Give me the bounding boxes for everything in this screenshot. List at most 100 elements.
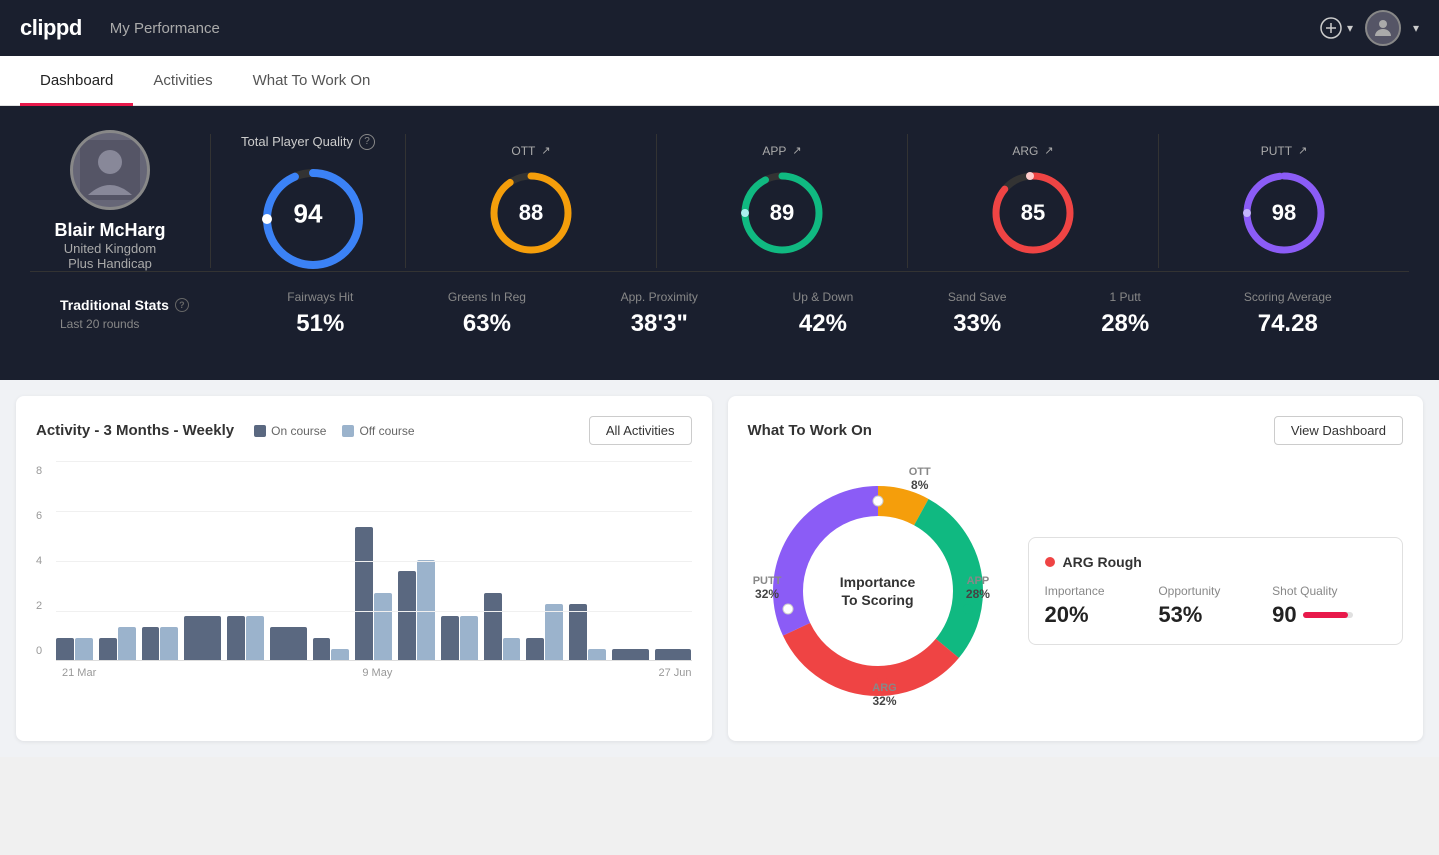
putt-arrow: ↗: [1298, 144, 1307, 157]
x-label-3: 27 Jun: [658, 667, 691, 679]
bars-area: [56, 461, 692, 661]
arg-arrow: ↗: [1044, 144, 1053, 157]
chart-legend: On course Off course: [254, 424, 415, 438]
bar-offcourse-1: [118, 627, 136, 660]
trad-help-icon[interactable]: ?: [175, 298, 189, 312]
bar-oncourse-12: [569, 604, 587, 660]
trad-item-greens: Greens In Reg 63%: [448, 290, 526, 338]
header-left: clippd My Performance: [20, 15, 220, 41]
bar-oncourse-0: [56, 638, 74, 660]
tab-dashboard[interactable]: Dashboard: [20, 56, 133, 106]
user-avatar[interactable]: [1365, 10, 1401, 46]
scoring-label: Scoring Average: [1244, 290, 1332, 304]
bar-oncourse-3: [184, 616, 221, 660]
add-dropdown-arrow: ▾: [1347, 21, 1353, 35]
arg-label: ARG ↗: [1012, 144, 1053, 158]
putt-circle: 98: [1239, 168, 1329, 258]
trad-stats-label: Traditional Stats ?: [60, 297, 240, 313]
add-icon[interactable]: ▾: [1319, 16, 1353, 40]
trad-item-scoring: Scoring Average 74.28: [1244, 290, 1332, 338]
trad-item-1putt: 1 Putt 28%: [1101, 290, 1149, 338]
chart-header-left: Activity - 3 Months - Weekly On course O…: [36, 422, 415, 439]
1putt-value: 28%: [1101, 310, 1149, 338]
stat-block-ott: OTT ↗ 88: [405, 134, 656, 268]
legend-oncourse: On course: [254, 424, 326, 438]
donut-center-label: Importance To Scoring: [840, 573, 915, 609]
arg-circle: 85: [988, 168, 1078, 258]
stat-block-arg: ARG ↗ 85: [907, 134, 1158, 268]
trad-item-fairways: Fairways Hit 51%: [287, 290, 353, 338]
bar-offcourse-0: [75, 638, 93, 660]
bar-group-12: [569, 604, 606, 660]
bar-oncourse-10: [484, 593, 502, 660]
legend-offcourse-dot: [342, 425, 354, 437]
shot-quality-value: 90: [1272, 602, 1296, 628]
proximity-value: 38'3": [631, 310, 688, 338]
bar-group-13: [612, 649, 649, 660]
tab-what-to-work-on[interactable]: What To Work On: [233, 56, 391, 106]
y-axis: 0 2 4 6 8: [36, 461, 56, 661]
proximity-label: App. Proximity: [621, 290, 698, 304]
app-value: 89: [770, 200, 794, 226]
metric-opportunity: Opportunity 53%: [1158, 584, 1272, 628]
ott-pct-label: OTT 8%: [909, 466, 931, 492]
opportunity-label: Opportunity: [1158, 584, 1272, 598]
app-circle: 89: [737, 168, 827, 258]
hero-top: Blair McHarg United Kingdom Plus Handica…: [30, 130, 1409, 271]
putt-value: 98: [1272, 200, 1296, 226]
player-handicap: Plus Handicap: [68, 256, 152, 271]
scoring-value: 74.28: [1258, 310, 1318, 338]
work-on-info-card: ARG Rough Importance 20% Opportunity 53%…: [1028, 537, 1404, 645]
arg-pct-label: ARG 32%: [872, 682, 896, 708]
y-2: 2: [36, 600, 50, 612]
work-on-card: What To Work On View Dashboard: [728, 396, 1424, 741]
bar-offcourse-10: [503, 638, 521, 660]
bar-offcourse-12: [588, 649, 606, 660]
importance-label: Importance: [1045, 584, 1159, 598]
fairways-value: 51%: [296, 310, 344, 338]
bar-offcourse-9: [460, 616, 478, 660]
hero-section: Blair McHarg United Kingdom Plus Handica…: [0, 106, 1439, 380]
updown-label: Up & Down: [793, 290, 854, 304]
work-content: Importance To Scoring OTT 8% APP 28% ARG…: [748, 461, 1404, 721]
putt-label: PUTT ↗: [1261, 144, 1308, 158]
ott-label: OTT ↗: [511, 144, 550, 158]
sq-bar-background: [1303, 612, 1353, 618]
header-right: ▾ ▾: [1319, 10, 1419, 46]
bar-group-2: [142, 627, 179, 660]
y-8: 8: [36, 465, 50, 477]
metric-shot-quality: Shot Quality 90: [1272, 584, 1386, 628]
tab-activities[interactable]: Activities: [133, 56, 232, 106]
updown-value: 42%: [799, 310, 847, 338]
main-content: Activity - 3 Months - Weekly On course O…: [0, 380, 1439, 757]
greens-label: Greens In Reg: [448, 290, 526, 304]
importance-value: 20%: [1045, 602, 1159, 628]
trad-items: Fairways Hit 51% Greens In Reg 63% App. …: [240, 290, 1379, 338]
sandsave-label: Sand Save: [948, 290, 1007, 304]
arg-value: 85: [1021, 200, 1045, 226]
x-label-2: 9 May: [362, 667, 392, 679]
bar-group-7: [355, 527, 392, 660]
bar-oncourse-8: [398, 571, 416, 660]
bar-offcourse-8: [417, 560, 435, 660]
all-activities-button[interactable]: All Activities: [589, 416, 692, 445]
info-dot-indicator: [1045, 557, 1055, 567]
view-dashboard-button[interactable]: View Dashboard: [1274, 416, 1403, 445]
bar-group-4: [227, 616, 264, 660]
bar-oncourse-5: [270, 627, 307, 660]
ott-value: 88: [519, 200, 543, 226]
bar-oncourse-11: [526, 638, 544, 660]
activity-card: Activity - 3 Months - Weekly On course O…: [16, 396, 712, 741]
legend-oncourse-dot: [254, 425, 266, 437]
main-tabs: Dashboard Activities What To Work On: [0, 56, 1439, 106]
tpq-label: Total Player Quality ?: [241, 134, 375, 150]
header: clippd My Performance ▾ ▾: [0, 0, 1439, 56]
traditional-stats: Traditional Stats ? Last 20 rounds Fairw…: [30, 271, 1409, 356]
tpq-help-icon[interactable]: ?: [359, 134, 375, 150]
bar-group-11: [526, 604, 563, 660]
bar-oncourse-2: [142, 627, 160, 660]
info-metrics: Importance 20% Opportunity 53% Shot Qual…: [1045, 584, 1387, 628]
bar-oncourse-13: [612, 649, 649, 660]
bar-offcourse-7: [374, 593, 392, 660]
shot-quality-label: Shot Quality: [1272, 584, 1386, 598]
